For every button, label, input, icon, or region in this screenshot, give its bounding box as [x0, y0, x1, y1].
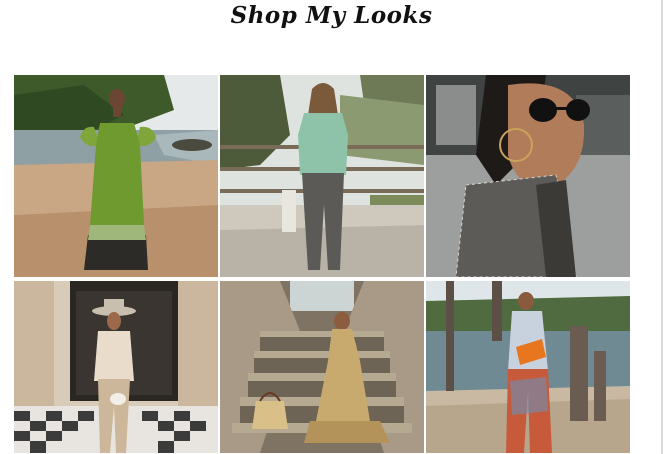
look-tile-stairs[interactable]: [220, 281, 424, 453]
look-tile-pier[interactable]: [426, 281, 630, 453]
look-image-boardwalk: [220, 75, 424, 277]
page-title: Shop My Looks: [230, 2, 433, 29]
look-image-beach: [14, 75, 218, 277]
look-tile-boardwalk[interactable]: [220, 75, 424, 277]
look-image-pier: [426, 281, 630, 453]
look-tile-doorway[interactable]: [14, 281, 218, 453]
look-image-doorway: [14, 281, 218, 453]
look-tile-beach[interactable]: [14, 75, 218, 277]
shop-my-looks-page: Shop My Looks: [0, 0, 663, 454]
look-image-street-closeup: [426, 75, 630, 277]
look-image-stairs: [220, 281, 424, 453]
looks-grid: [14, 75, 630, 453]
look-tile-street-closeup[interactable]: [426, 75, 630, 277]
